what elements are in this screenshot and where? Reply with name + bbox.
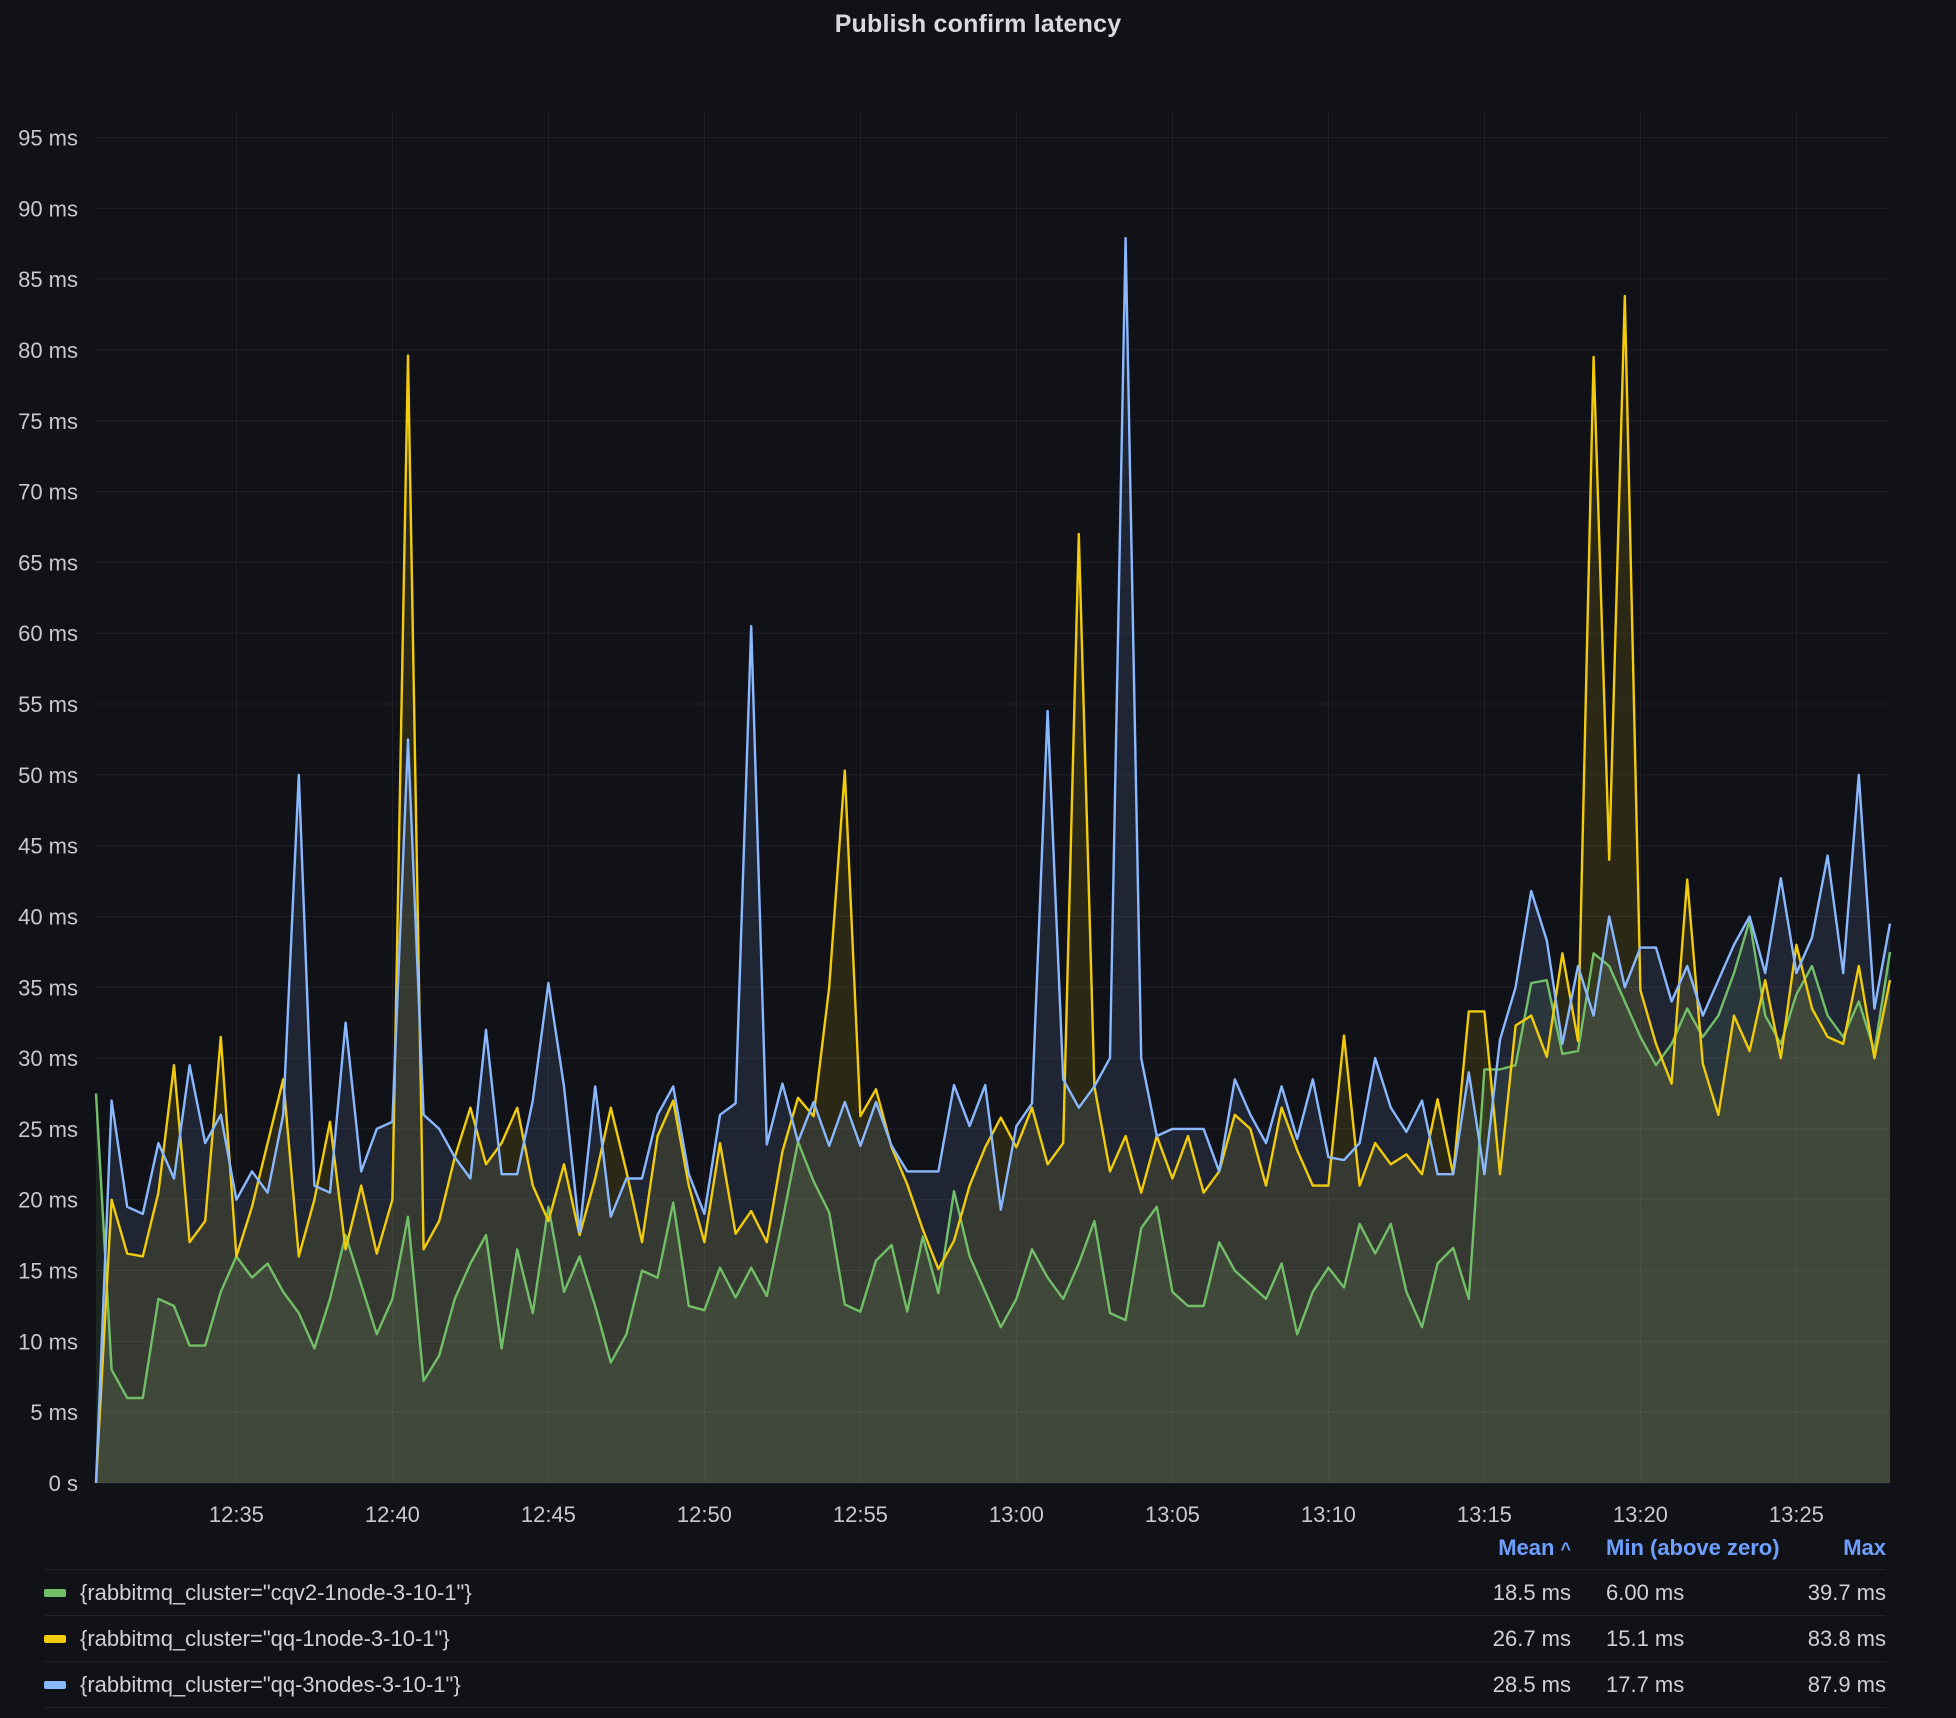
sort-caret-icon: ^: [1560, 1539, 1571, 1559]
y-axis-tick-label: 10 ms: [18, 1329, 78, 1354]
y-axis-tick-label: 30 ms: [18, 1046, 78, 1071]
y-axis-tick-label: 65 ms: [18, 550, 78, 575]
series-max-2: 87.9 ms: [1791, 1672, 1886, 1698]
y-axis-tick-label: 0 s: [49, 1471, 78, 1496]
y-axis-tick-label: 5 ms: [30, 1400, 78, 1425]
y-axis-tick-label: 85 ms: [18, 267, 78, 292]
legend-sort-min[interactable]: Min (above zero): [1571, 1535, 1791, 1561]
x-axis-tick-label: 13:05: [1145, 1502, 1200, 1527]
y-axis-tick-label: 40 ms: [18, 905, 78, 930]
series-name-2: {rabbitmq_cluster="qq-3nodes-3-10-1"}: [80, 1672, 461, 1698]
series-mean-0: 18.5 ms: [1441, 1580, 1571, 1606]
legend-sort-mean[interactable]: Mean^: [1441, 1535, 1571, 1561]
series-min-1: 15.1 ms: [1571, 1626, 1791, 1652]
x-axis-tick-label: 13:15: [1457, 1502, 1512, 1527]
x-axis-tick-label: 13:00: [989, 1502, 1044, 1527]
series-color-swatch-2: [44, 1681, 66, 1689]
legend-table: Mean^Min (above zero)Max{rabbitmq_cluste…: [0, 1527, 1956, 1708]
x-axis-tick-label: 13:10: [1301, 1502, 1356, 1527]
x-axis-tick-label: 13:25: [1769, 1502, 1824, 1527]
series-color-swatch-0: [44, 1589, 66, 1597]
series-mean-2: 28.5 ms: [1441, 1672, 1571, 1698]
series-min-2: 17.7 ms: [1571, 1672, 1791, 1698]
series-name-0: {rabbitmq_cluster="cqv2-1node-3-10-1"}: [80, 1580, 472, 1606]
y-axis-tick-label: 50 ms: [18, 763, 78, 788]
x-axis-tick-label: 12:35: [209, 1502, 264, 1527]
y-axis-tick-label: 75 ms: [18, 409, 78, 434]
legend-row-0: {rabbitmq_cluster="cqv2-1node-3-10-1"} 18…: [44, 1570, 1886, 1616]
y-axis-tick-label: 95 ms: [18, 126, 78, 151]
legend-row-2: {rabbitmq_cluster="qq-3nodes-3-10-1"} 28.…: [44, 1662, 1886, 1708]
y-axis-tick-label: 60 ms: [18, 621, 78, 646]
y-axis-tick-label: 15 ms: [18, 1259, 78, 1284]
x-axis-tick-label: 12:40: [365, 1502, 420, 1527]
series-mean-1: 26.7 ms: [1441, 1626, 1571, 1652]
legend-row-1: {rabbitmq_cluster="qq-1node-3-10-1"} 26.7…: [44, 1616, 1886, 1662]
x-axis-tick-label: 13:20: [1613, 1502, 1668, 1527]
y-axis-tick-label: 70 ms: [18, 480, 78, 505]
y-axis-tick-label: 80 ms: [18, 338, 78, 363]
grafana-panel: Publish confirm latency 0 s5 ms10 ms15 m…: [0, 0, 1956, 1718]
x-axis-tick-label: 12:55: [833, 1502, 888, 1527]
y-axis-tick-label: 55 ms: [18, 692, 78, 717]
legend-series-label-1[interactable]: {rabbitmq_cluster="qq-1node-3-10-1"}: [44, 1626, 1441, 1652]
y-axis-tick-label: 45 ms: [18, 834, 78, 859]
y-axis-tick-label: 35 ms: [18, 975, 78, 1000]
y-axis-tick-label: 20 ms: [18, 1188, 78, 1213]
x-axis-tick-label: 12:50: [677, 1502, 732, 1527]
time-series-chart[interactable]: 0 s 5 ms 10 ms 15 ms 20 ms 25 ms 30 ms 35 ms 40 …: [0, 0, 1956, 1545]
x-axis-tick-label: 12:45: [521, 1502, 576, 1527]
series-min-0: 6.00 ms: [1571, 1580, 1791, 1606]
series-max-1: 83.8 ms: [1791, 1626, 1886, 1652]
legend-series-label-2[interactable]: {rabbitmq_cluster="qq-3nodes-3-10-1"}: [44, 1672, 1441, 1698]
series-max-0: 39.7 ms: [1791, 1580, 1886, 1606]
legend-header-row: Mean^Min (above zero)Max: [44, 1527, 1886, 1570]
y-axis-tick-label: 90 ms: [18, 196, 78, 221]
series-name-1: {rabbitmq_cluster="qq-1node-3-10-1"}: [80, 1626, 450, 1652]
legend-series-label-0[interactable]: {rabbitmq_cluster="cqv2-1node-3-10-1"}: [44, 1580, 1441, 1606]
series-color-swatch-1: [44, 1635, 66, 1643]
legend-sort-max[interactable]: Max: [1791, 1535, 1886, 1561]
y-axis-tick-label: 25 ms: [18, 1117, 78, 1142]
